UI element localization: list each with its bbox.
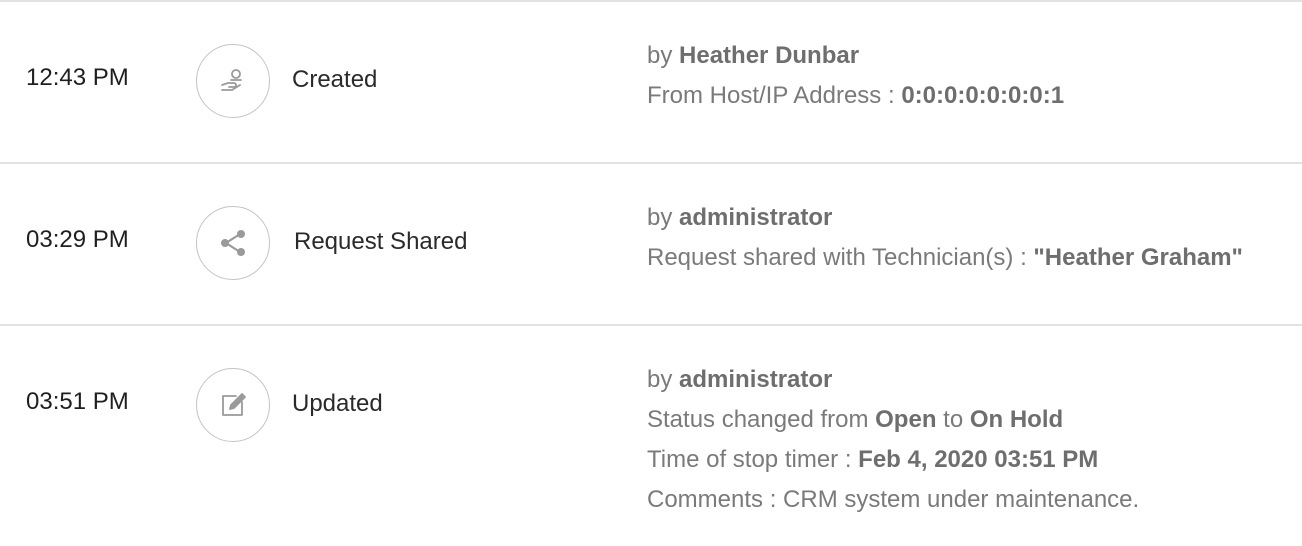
entry-time: 03:29 PM: [26, 226, 129, 253]
status-prefix: Status changed from: [647, 406, 869, 433]
by-prefix: by: [647, 204, 673, 231]
entry-action: Updated: [292, 390, 383, 417]
entry-by-line: by Heather Dunbar: [647, 36, 1064, 76]
detail-label: Request shared with Technician(s) :: [647, 244, 1027, 271]
status-to: On Hold: [969, 406, 1064, 433]
entry-details: by Heather Dunbar From Host/IP Address :…: [647, 36, 1064, 116]
entry-time: 12:43 PM: [26, 64, 129, 91]
hand-user-icon: [196, 44, 270, 118]
detail-label: Time of stop timer :: [647, 446, 852, 473]
status-mid: to: [943, 406, 964, 433]
share-icon: [196, 206, 270, 280]
history-entry-request-shared: 03:29 PM Request Shared by administrator…: [0, 164, 1302, 324]
entry-detail-line: Request shared with Technician(s) : "Hea…: [647, 238, 1243, 278]
history-entry-updated: 03:51 PM Updated by administrator Status…: [0, 326, 1302, 546]
entry-detail-line: From Host/IP Address : 0:0:0:0:0:0:0:1: [647, 76, 1064, 116]
entry-by-line: by administrator: [647, 360, 1139, 400]
entry-details: by administrator Status changed from Ope…: [647, 360, 1139, 520]
status-change-line: Status changed from Open to On Hold: [647, 400, 1139, 440]
detail-label: From Host/IP Address :: [647, 82, 895, 109]
entry-author: Heather Dunbar: [679, 42, 860, 69]
status-from: Open: [875, 406, 937, 433]
entry-detail-line: Time of stop timer : Feb 4, 2020 03:51 P…: [647, 440, 1139, 480]
entry-details: by administrator Request shared with Tec…: [647, 198, 1243, 278]
entry-author: administrator: [679, 204, 833, 231]
entry-by-line: by administrator: [647, 198, 1243, 238]
comment-text: Comments : CRM system under maintenance.: [647, 486, 1140, 513]
history-entry-created: 12:43 PM Created by Heather Dunbar From …: [0, 2, 1302, 162]
entry-time: 03:51 PM: [26, 388, 129, 415]
by-prefix: by: [647, 42, 673, 69]
detail-value: 0:0:0:0:0:0:0:1: [901, 82, 1065, 109]
detail-value: Feb 4, 2020 03:51 PM: [858, 446, 1099, 473]
by-prefix: by: [647, 366, 673, 393]
detail-value: "Heather Graham": [1033, 244, 1243, 271]
entry-action: Request Shared: [294, 228, 468, 255]
entry-action: Created: [292, 66, 378, 93]
entry-author: administrator: [679, 366, 833, 393]
entry-comment-line: Comments : CRM system under maintenance.: [647, 480, 1139, 520]
edit-icon: [196, 368, 270, 442]
request-history-timeline: 12:43 PM Created by Heather Dunbar From …: [0, 0, 1302, 546]
